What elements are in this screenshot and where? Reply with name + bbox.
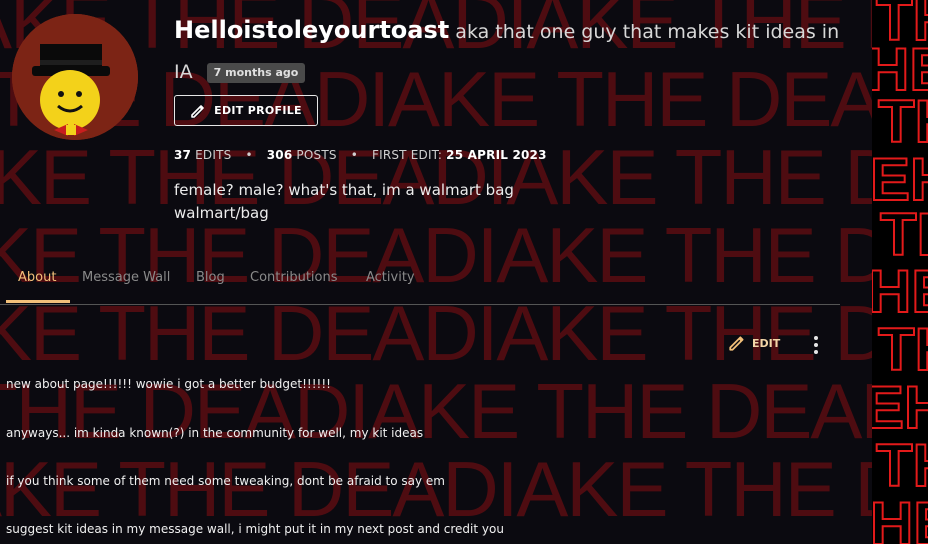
profile-stats: 37 EDITS • 306 POSTS • FIRST EDIT: 25 AP… [174,148,547,162]
edit-about-button[interactable]: EDIT [728,334,780,352]
username: Helloistoleyourtoast [174,16,450,44]
about-paragraph: suggest kit ideas in my message wall, i … [6,522,504,536]
about-paragraph: new about page!!!!!! wowie i got a bette… [6,377,331,391]
edits-count: 37 [174,148,192,162]
about-paragraph: anyways... im kinda known(?) in the comm… [6,426,424,440]
pencil-icon [191,104,204,118]
profile-bio: female? male? what's that, im a walmart … [174,179,514,225]
posts-label: POSTS [296,148,337,162]
separator-dot: • [350,148,358,162]
about-paragraph: if you think some of them need some twea… [6,474,445,488]
tab-activity[interactable]: Activity [366,270,415,285]
profile-page: Helloistoleyourtoast aka that one guy th… [0,0,872,544]
decorative-side-strip: TH HE TH EH TH HE TH EH TH HE [872,0,928,544]
first-edit-label: FIRST EDIT: [371,148,443,162]
tab-blog[interactable]: Blog [196,270,225,285]
tab-message-wall[interactable]: Message Wall [82,270,170,285]
first-edit-date: 25 APRIL 2023 [446,148,547,162]
bio-line: walmart/bag [174,204,269,222]
tab-about[interactable]: About [18,270,56,285]
bio-line: female? male? what's that, im a walmart … [174,181,514,199]
avatar[interactable] [12,14,138,140]
edit-profile-label: EDIT PROFILE [214,104,302,117]
posts-count: 306 [266,148,293,162]
profile-header: Helloistoleyourtoast aka that one guy th… [174,10,854,92]
tab-contributions[interactable]: Contributions [250,270,338,285]
profile-tabs: About Message Wall Blog Contributions Ac… [0,264,840,305]
separator-dot: • [245,148,253,162]
kebab-menu-icon[interactable] [812,336,820,354]
edits-label: EDITS [195,148,232,162]
edit-profile-button[interactable]: EDIT PROFILE [174,95,318,126]
avatar-image [12,14,138,140]
pencil-icon [729,336,744,351]
edit-about-label: EDIT [752,336,781,350]
active-tab-indicator [6,300,70,303]
joined-badge: 7 months ago [206,62,306,83]
